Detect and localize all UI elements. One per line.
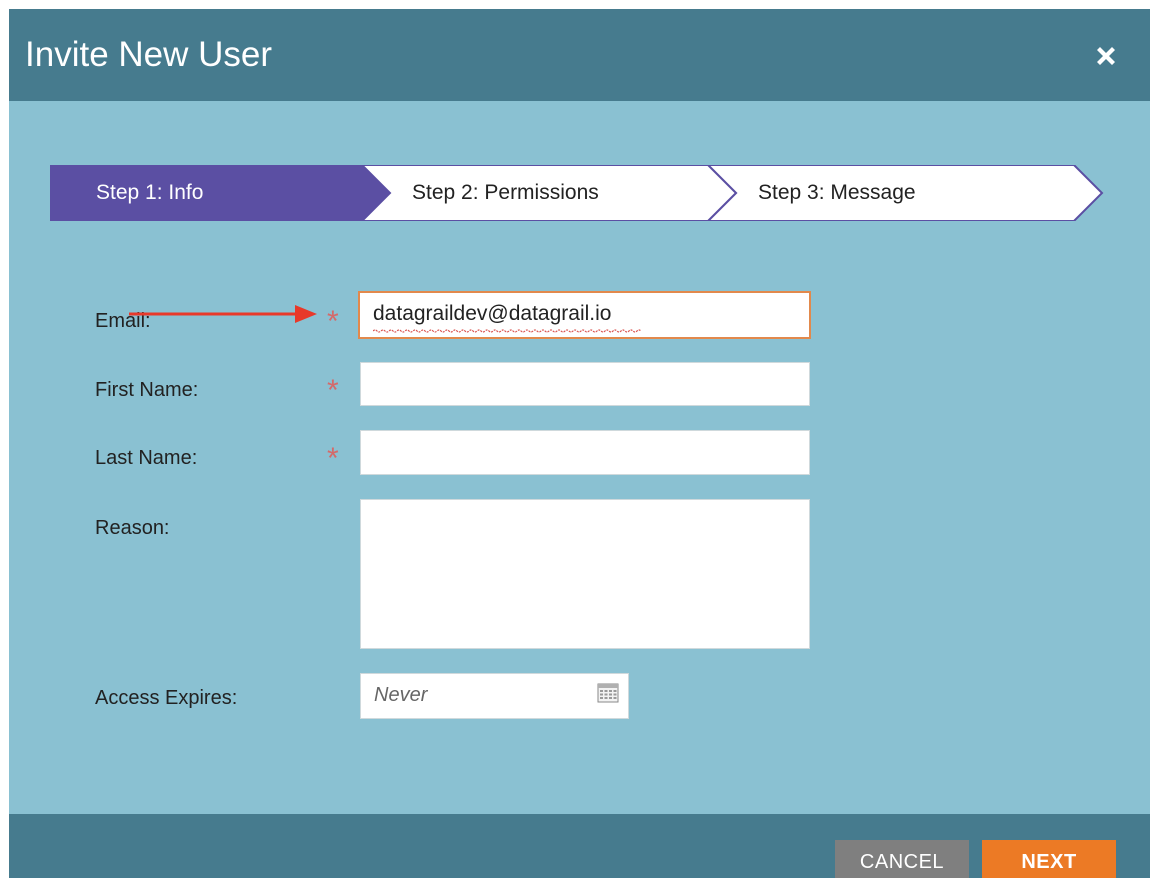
access-expires-label: Access Expires: bbox=[95, 687, 238, 709]
access-expires-value: Never bbox=[374, 684, 428, 706]
last-name-label: Last Name: bbox=[95, 447, 198, 469]
first-name-field[interactable] bbox=[360, 362, 810, 406]
required-marker: * bbox=[327, 442, 339, 475]
spellcheck-underline bbox=[373, 329, 642, 333]
access-expires-field[interactable]: Never bbox=[360, 673, 629, 719]
annotation-arrow bbox=[129, 305, 317, 323]
calendar-icon[interactable] bbox=[597, 683, 619, 703]
next-button[interactable]: NEXT bbox=[982, 840, 1116, 878]
last-name-field[interactable] bbox=[360, 430, 810, 475]
dialog-header: Invite New User bbox=[9, 9, 1150, 101]
invite-user-dialog: Invite New User Step 1: Info Step 2: Per… bbox=[9, 9, 1150, 878]
step-progress-bar: Step 1: Info Step 2: Permissions Step 3:… bbox=[50, 165, 1110, 221]
required-marker: * bbox=[327, 305, 339, 338]
step-1-info[interactable]: Step 1: Info bbox=[96, 181, 203, 205]
close-icon[interactable] bbox=[1092, 42, 1120, 70]
dialog-title: Invite New User bbox=[25, 35, 273, 74]
reason-label: Reason: bbox=[95, 517, 170, 539]
dialog-footer: CANCEL NEXT bbox=[9, 814, 1150, 878]
email-field[interactable]: datagraildev@datagrail.io bbox=[358, 291, 811, 339]
cancel-button[interactable]: CANCEL bbox=[835, 840, 969, 878]
step-2-permissions[interactable]: Step 2: Permissions bbox=[412, 181, 599, 205]
required-marker: * bbox=[327, 374, 339, 407]
first-name-label: First Name: bbox=[95, 379, 199, 401]
email-value: datagraildev@datagrail.io bbox=[373, 302, 612, 325]
reason-textarea[interactable] bbox=[360, 499, 810, 649]
step-3-message[interactable]: Step 3: Message bbox=[758, 181, 916, 205]
